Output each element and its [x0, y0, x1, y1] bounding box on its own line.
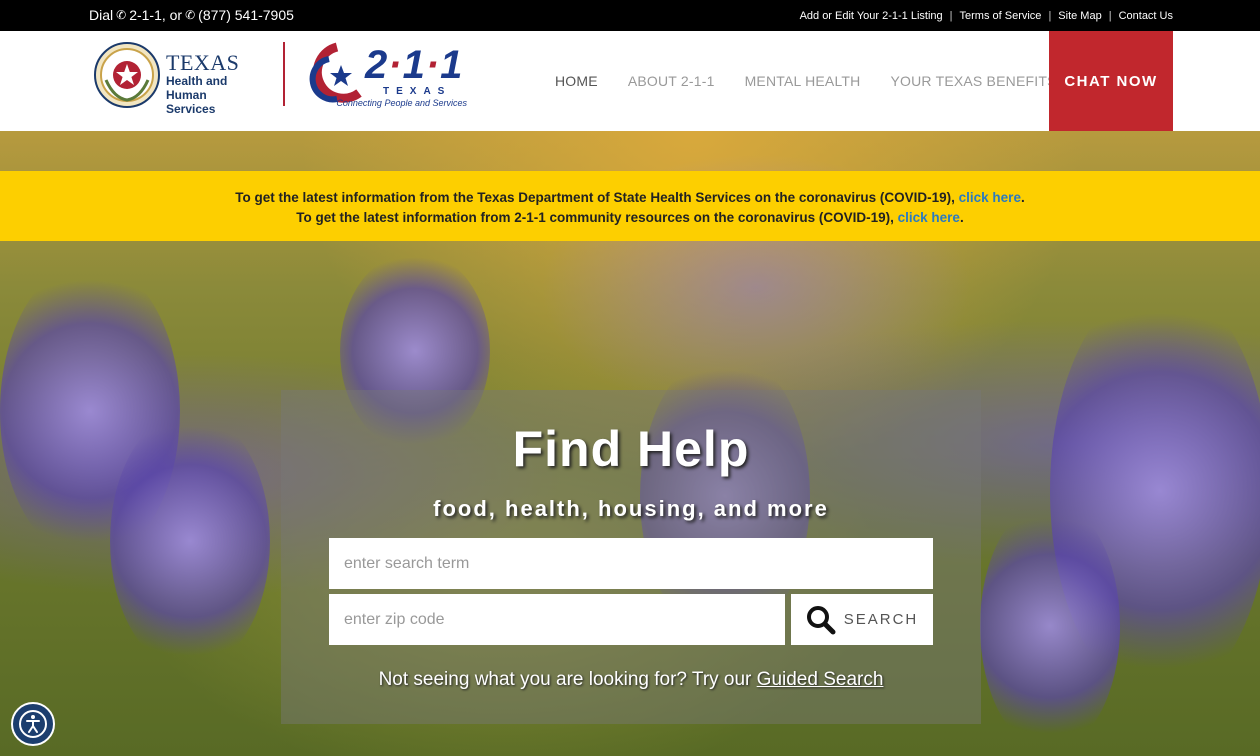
dot: ·: [425, 43, 441, 87]
hhs-wordmark: TEXAS Health and Human Services: [166, 50, 264, 117]
guided-search-link[interactable]: Guided Search: [757, 669, 884, 690]
accessibility-icon: [19, 710, 47, 738]
hero-section: To get the latest information from the T…: [0, 131, 1260, 756]
top-bar: Dial ✆ 2-1-1, or ✆ (877) 541-7905 Add or…: [0, 0, 1260, 31]
dial-number[interactable]: (877) 541-7905: [198, 7, 294, 23]
num-2: 2: [365, 43, 389, 87]
separator: |: [949, 10, 953, 22]
hhs-line2: Health and Human: [166, 74, 228, 102]
search-icon: [806, 605, 836, 634]
211-texas-text: TEXAS: [383, 86, 452, 97]
site-map-link[interactable]: Site Map: [1058, 10, 1101, 22]
alert-line-2: To get the latest information from 2-1-1…: [0, 208, 1260, 228]
alert-text-1: To get the latest information from the T…: [235, 190, 959, 205]
main-nav: HOME ABOUT 2-1-1 MENTAL HEALTH YOUR TEXA…: [540, 31, 1072, 131]
contact-us-link[interactable]: Contact Us: [1119, 10, 1173, 22]
nav-mental-health[interactable]: MENTAL HEALTH: [745, 73, 861, 89]
alert-period: .: [959, 210, 964, 225]
dial-info: Dial ✆ 2-1-1, or ✆ (877) 541-7905: [89, 7, 294, 23]
dial-211: 2-1-1, or: [129, 7, 183, 23]
separator: |: [1048, 10, 1052, 22]
terms-of-service-link[interactable]: Terms of Service: [960, 10, 1042, 22]
search-term-input[interactable]: [329, 538, 933, 589]
num-1a: 1: [402, 43, 426, 87]
guided-text: Not seeing what you are looking for? Try…: [378, 669, 757, 690]
site-header: TEXAS Health and Human Services 2·1·1 TE…: [0, 31, 1260, 131]
alert-text-2: To get the latest information from 2-1-1…: [296, 210, 898, 225]
hhs-texas-text: TEXAS: [166, 50, 240, 75]
texas-hhs-logo[interactable]: TEXAS Health and Human Services: [94, 42, 264, 116]
find-help-title: Find Help: [512, 421, 750, 477]
num-1b: 1: [440, 43, 464, 87]
find-help-subtitle: food, health, housing, and more: [433, 496, 829, 521]
chat-now-button[interactable]: CHAT NOW: [1049, 31, 1173, 131]
accessibility-button[interactable]: [11, 702, 55, 746]
hhs-line3: Services: [166, 102, 216, 116]
nav-home[interactable]: HOME: [555, 73, 598, 89]
find-help-panel: Find Help food, health, housing, and mor…: [281, 390, 981, 724]
phone-icon: ✆: [185, 8, 196, 22]
logo-divider: [283, 42, 285, 106]
texas-211-logo[interactable]: 2·1·1 TEXAS Connecting People and Servic…: [307, 41, 467, 111]
alert-period: .: [1020, 190, 1025, 205]
zip-code-input[interactable]: [329, 594, 785, 645]
covid-alert-banner: To get the latest information from the T…: [0, 171, 1260, 241]
dot: ·: [388, 43, 403, 87]
search-button[interactable]: SEARCH: [791, 594, 933, 645]
211-tagline: Connecting People and Services: [336, 98, 467, 108]
dshs-click-here-link[interactable]: click here: [959, 190, 1021, 205]
nav-about-211[interactable]: ABOUT 2-1-1: [628, 73, 715, 89]
211-numerals: 2·1·1: [365, 43, 463, 88]
alert-line-1: To get the latest information from the T…: [0, 188, 1260, 208]
bluebonnet-image: [980, 501, 1120, 751]
texas-seal-icon: [94, 42, 160, 108]
search-button-label: SEARCH: [843, 611, 919, 628]
211-click-here-link[interactable]: click here: [898, 210, 960, 225]
guided-search-prompt: Not seeing what you are looking for? Try…: [281, 669, 981, 691]
utility-links: Add or Edit Your 2-1-1 Listing | Terms o…: [800, 10, 1173, 22]
bluebonnet-image: [110, 411, 270, 671]
separator: |: [1108, 10, 1112, 22]
phone-icon: ✆: [116, 8, 127, 22]
dial-prefix: Dial: [89, 7, 114, 23]
nav-your-texas-benefits[interactable]: YOUR TEXAS BENEFITS: [890, 73, 1056, 89]
add-edit-listing-link[interactable]: Add or Edit Your 2-1-1 Listing: [800, 10, 943, 22]
